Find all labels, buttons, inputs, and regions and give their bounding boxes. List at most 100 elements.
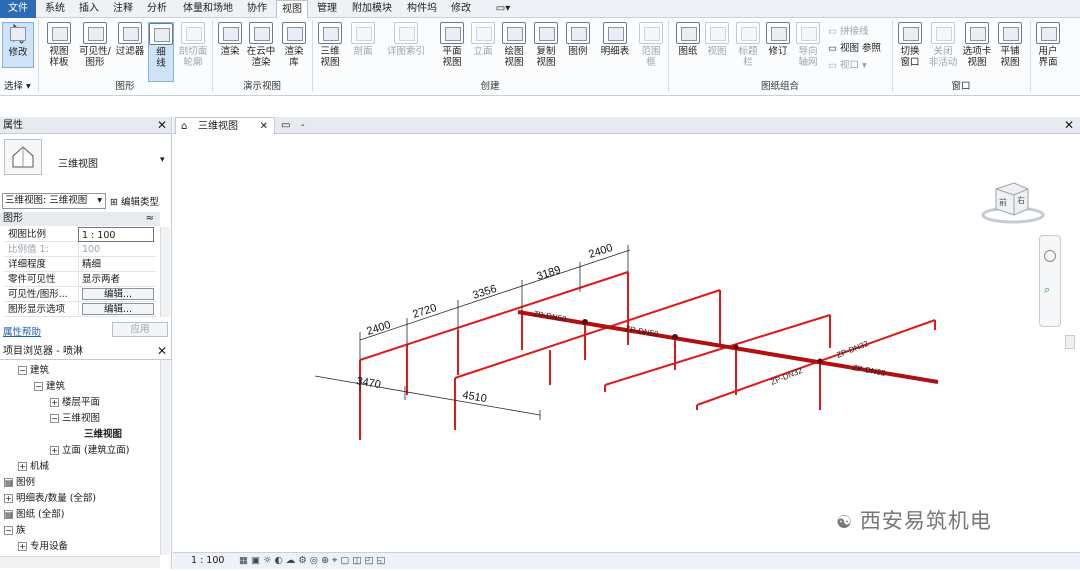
expand-toggle[interactable]: − <box>50 414 59 423</box>
callout-button[interactable]: 详图索引 <box>384 22 428 57</box>
tab-3d-view[interactable]: ⌂ 三维视图 ✕ <box>175 117 275 134</box>
tree-item[interactable]: ▤ 图纸 (全部) <box>4 507 64 523</box>
panel-dropdown[interactable]: ▭▾ <box>486 0 520 18</box>
render-gallery-button[interactable]: 渲染 库 <box>280 22 308 68</box>
properties-scrollbar[interactable] <box>160 227 170 317</box>
label: 立面 <box>473 46 493 57</box>
duplicate-view-button[interactable]: 复制 视图 <box>532 22 560 68</box>
canvas-scroll-handle[interactable] <box>1065 335 1075 349</box>
browser-scrollbar[interactable] <box>160 360 170 555</box>
close-icon[interactable]: ✕ <box>157 343 167 360</box>
view-reference-button[interactable]: ▭ 视图 参照 <box>828 43 881 55</box>
tree-item[interactable]: + 机械 <box>18 459 49 475</box>
tree-item[interactable]: − 三维视图 <box>50 411 100 427</box>
expand-toggle[interactable]: + <box>18 542 27 551</box>
tree-item[interactable]: + 专用设备 <box>18 539 68 555</box>
close-icon[interactable]: ✕ <box>157 117 167 134</box>
scale-input[interactable]: 1 : 100 <box>78 227 154 242</box>
edit-type-button[interactable]: ⊞ 编辑类型 <box>110 194 159 208</box>
tab-analyze[interactable]: 分析 <box>142 0 172 18</box>
select-dropdown[interactable]: 选择 ▾ <box>4 81 31 93</box>
elevation-button[interactable]: 立面 <box>470 22 496 57</box>
guide-grid-button[interactable]: 导向 轴网 <box>794 22 822 68</box>
cut-profile-button[interactable]: 剖切面 轮廓 <box>176 22 210 68</box>
browser-hscrollbar[interactable] <box>0 556 160 568</box>
expand-toggle[interactable]: + <box>50 446 59 455</box>
expand-toggle[interactable]: − <box>4 526 13 535</box>
section-button[interactable]: 剖面 <box>350 22 376 57</box>
viewports-button[interactable]: ▭ 视口 ▾ <box>828 60 867 72</box>
scope-box-button[interactable]: 范围 框 <box>638 22 664 68</box>
tab-component-dock[interactable]: 构件坞 <box>402 0 442 18</box>
drafting-view-button[interactable]: 绘图 视图 <box>500 22 528 68</box>
sheet-icon[interactable]: ▤ <box>4 510 13 519</box>
drawing-canvas[interactable]: 2400 2720 3356 3189 2400 3470 4510 ZP-DN… <box>173 135 1080 552</box>
view-control-icons[interactable]: ▦▣☼◐☁⚙◎⊕⌖▢◫◰◱ <box>239 553 388 569</box>
title-block-button[interactable]: 标题 栏 <box>734 22 762 68</box>
tree-item[interactable]: − 建筑 <box>34 379 65 395</box>
expand-toggle[interactable]: + <box>50 398 59 407</box>
parts-visibility-value[interactable]: 显示两者 <box>78 272 154 287</box>
place-view-button[interactable]: 视图 <box>704 22 730 57</box>
user-interface-button[interactable]: 用户 界面 <box>1034 22 1062 68</box>
plan-view-button[interactable]: 平面 视图 <box>438 22 466 68</box>
3d-view-button[interactable]: 三维 视图 <box>316 22 344 68</box>
tab-modify[interactable]: 修改 <box>446 0 476 18</box>
render-cloud-button[interactable]: 在云中 渲染 <box>244 22 278 68</box>
revision-button[interactable]: 修订 <box>764 22 792 57</box>
properties-help-link[interactable]: 属性帮助 <box>3 324 41 338</box>
tree-item[interactable]: 三维视图 <box>84 427 122 443</box>
legend-button[interactable]: 图例 <box>564 22 592 57</box>
tree-item[interactable]: ▤ 图例 <box>4 475 35 491</box>
tab-file[interactable]: 文件 <box>0 0 36 18</box>
close-inactive-button[interactable]: 关闭 非活动 <box>928 22 958 68</box>
close-icon[interactable]: ✕ <box>260 118 268 135</box>
view-template-button[interactable]: 视图 样板 <box>44 22 74 68</box>
visibility-graphics-button[interactable]: 可见性/ 图形 <box>78 22 112 68</box>
expand-toggle[interactable]: + <box>4 494 13 503</box>
expand-toggle[interactable]: − <box>18 366 27 375</box>
sheet-button[interactable]: 图纸 <box>674 22 702 57</box>
vg-edit-button[interactable]: 编辑... <box>82 288 154 300</box>
section-header[interactable]: 图形 ≈ <box>0 212 160 226</box>
tab-manage[interactable]: 管理 <box>312 0 342 18</box>
tab-collaborate[interactable]: 协作 <box>242 0 272 18</box>
tile-views-button[interactable]: 平铺 视图 <box>996 22 1024 68</box>
switch-window-icon <box>898 22 922 44</box>
tree-item[interactable]: + 楼层平面 <box>50 395 100 411</box>
thin-lines-button[interactable]: 细 线 <box>148 22 174 82</box>
switch-window-button[interactable]: 切换 窗口 <box>896 22 924 68</box>
view-scale[interactable]: 1 : 100 <box>191 553 224 569</box>
tab-massing[interactable]: 体量和场地 <box>176 0 240 18</box>
filters-button[interactable]: 过滤器 <box>114 22 146 57</box>
modify-button[interactable]: 修改 <box>2 22 34 68</box>
sheet-icon[interactable]: ▤ <box>4 478 13 487</box>
apply-button[interactable]: 应用 <box>112 322 168 337</box>
tab-insert[interactable]: 插入 <box>74 0 104 18</box>
tab-addins[interactable]: 附加模块 <box>346 0 398 18</box>
schedule-button[interactable]: 明细表 <box>598 22 632 57</box>
detail-level-value[interactable]: 精细 <box>78 257 154 272</box>
steering-wheel-icon[interactable] <box>1044 250 1056 262</box>
expand-toggle[interactable]: + <box>18 462 27 471</box>
view-type-select[interactable]: 三维视图: 三维视图 ▾ <box>2 193 106 209</box>
matchline-button[interactable]: ▭ 拼接线 <box>828 26 869 38</box>
tree-item[interactable]: − 族 <box>4 523 26 539</box>
tab-view[interactable]: 视图 <box>276 0 308 18</box>
tab-other-view[interactable]: ▭ - <box>277 117 311 134</box>
tree-item[interactable]: + 立面 (建筑立面) <box>50 443 129 459</box>
tree-item[interactable]: + 明细表/数量 (全部) <box>4 491 96 507</box>
zoom-icon[interactable]: ⌕ <box>1044 284 1056 296</box>
viewcube[interactable]: 前 右 <box>978 177 1048 225</box>
render-button[interactable]: 渲染 <box>216 22 244 57</box>
3d-model-view[interactable]: 2400 2720 3356 3189 2400 3470 4510 ZP-DN… <box>173 135 1080 552</box>
tab-system[interactable]: 系统 <box>40 0 70 18</box>
display-options-edit-button[interactable]: 编辑... <box>82 303 154 315</box>
tab-views-button[interactable]: 选项卡 视图 <box>960 22 994 68</box>
tree-item[interactable]: − 建筑 <box>18 363 49 379</box>
expand-toggle[interactable]: − <box>34 382 43 391</box>
view-close-icon[interactable]: ✕ <box>1064 117 1074 134</box>
tab-annotate[interactable]: 注释 <box>108 0 138 18</box>
type-dropdown-arrow[interactable]: ▾ <box>160 155 165 165</box>
section-icon <box>351 22 375 44</box>
